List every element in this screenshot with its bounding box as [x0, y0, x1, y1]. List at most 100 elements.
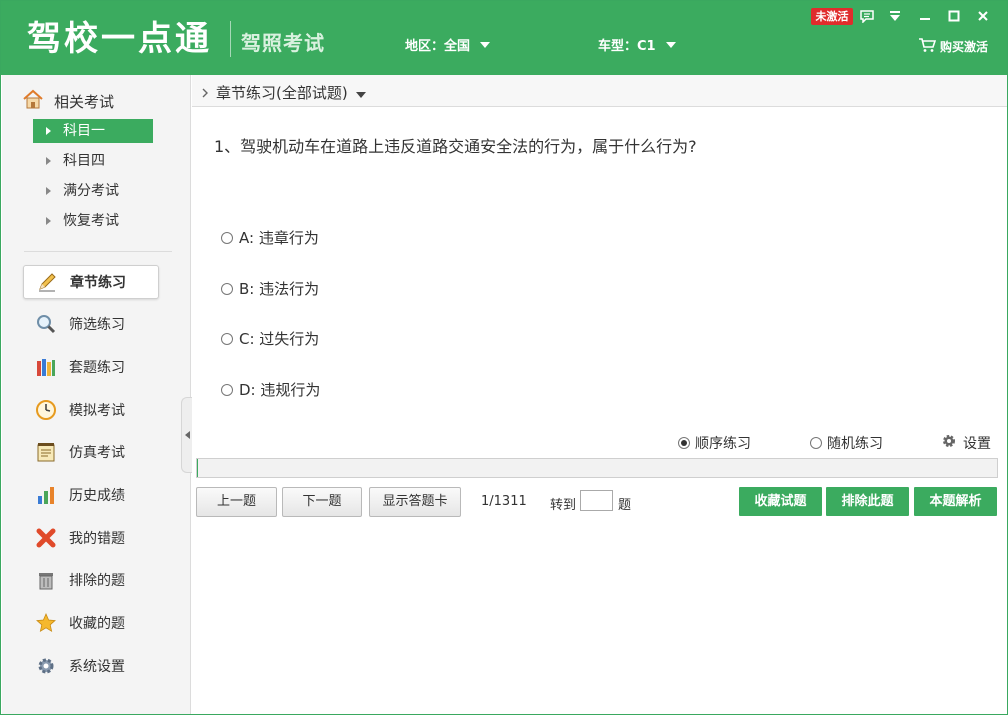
gear-icon: [35, 655, 57, 677]
menu-history-scores[interactable]: 历史成绩: [23, 478, 159, 512]
goto-suffix: 题: [618, 498, 632, 513]
answer-option-b[interactable]: B: 违法行为: [221, 278, 319, 299]
exclude-question-button[interactable]: 排除此题: [826, 487, 909, 516]
goto-label: 转到: [550, 498, 577, 513]
sidebar-collapse-handle[interactable]: [181, 397, 192, 473]
clock-icon: [35, 399, 57, 421]
sidebar-item-subject-four[interactable]: 科目四: [33, 149, 153, 173]
magnifier-icon: [35, 313, 57, 335]
menu-mock-exam[interactable]: 模拟考试: [23, 393, 159, 427]
books-icon: [35, 356, 57, 378]
trash-icon: [35, 569, 57, 591]
gear-icon: [941, 433, 957, 453]
radio-button[interactable]: [221, 282, 233, 295]
sidebar-item-subject-one[interactable]: 科目一: [33, 119, 153, 143]
breadcrumb-bar: 章节练习(全部试题): [192, 75, 1007, 107]
chevron-down-icon: [665, 41, 676, 48]
progress-bar: [196, 458, 998, 478]
minimize-icon[interactable]: [915, 7, 935, 25]
menu-label: 排除的题: [69, 573, 125, 589]
menu-label: 仿真考试: [69, 445, 125, 461]
close-icon[interactable]: [973, 7, 993, 25]
red-x-icon: [35, 527, 57, 549]
option-label: C: 过失行为: [239, 330, 320, 348]
sidebar-item-label: 满分考试: [63, 183, 119, 199]
sidebar: 相关考试 科目一 科目四 满分考试 恢复考试 章节练习 筛选练习 套题练习 模拟…: [2, 75, 192, 714]
option-label: D: 违规行为: [239, 381, 321, 399]
answer-option-c[interactable]: C: 过失行为: [221, 328, 319, 349]
star-icon: [35, 612, 57, 634]
chevron-right-icon: [46, 127, 51, 135]
mode-label: 随机练习: [827, 436, 883, 452]
region-label: 地区：全国: [405, 39, 471, 54]
related-exams-label: 相关考试: [54, 92, 115, 111]
menu-label: 系统设置: [69, 659, 125, 675]
menu-excluded-questions[interactable]: 排除的题: [23, 563, 159, 597]
menu-my-mistakes[interactable]: 我的错题: [23, 521, 159, 555]
menu-label: 模拟考试: [69, 403, 125, 419]
menu-set-practice[interactable]: 套题练习: [23, 350, 159, 384]
chevron-left-icon: [184, 427, 190, 443]
sidebar-divider: [24, 251, 172, 252]
progress-fill: [197, 459, 198, 477]
logo-divider: [230, 21, 231, 57]
previous-question-button[interactable]: 上一题: [196, 487, 277, 517]
option-label: A: 违章行为: [239, 229, 319, 247]
region-selector[interactable]: 地区：全国: [405, 35, 491, 54]
menu-system-settings[interactable]: 系统设置: [23, 649, 159, 683]
settings-button[interactable]: 设置: [941, 433, 991, 453]
breadcrumb-label: 章节练习(全部试题): [216, 84, 348, 102]
car-type-selector[interactable]: 车型：C1: [598, 35, 676, 54]
question-analysis-button[interactable]: 本题解析: [914, 487, 997, 516]
radio-button[interactable]: [221, 332, 233, 345]
chevron-right-icon: [46, 157, 51, 165]
menu-label: 套题练习: [69, 360, 125, 376]
sidebar-item-full-score-exam[interactable]: 满分考试: [33, 179, 153, 203]
menu-label: 历史成绩: [69, 488, 125, 504]
app-subtitle: 驾照考试: [241, 31, 325, 55]
answer-option-a[interactable]: A: 违章行为: [221, 227, 319, 248]
radio-button[interactable]: [221, 383, 233, 396]
mode-label: 顺序练习: [695, 436, 751, 452]
bar-chart-icon: [35, 484, 57, 506]
option-label: B: 违法行为: [239, 280, 320, 298]
breadcrumb[interactable]: 章节练习(全部试题): [202, 82, 366, 103]
page-counter: 1/1311: [481, 494, 527, 509]
notepad-icon: [35, 441, 57, 463]
menu-simulation-exam[interactable]: 仿真考试: [23, 435, 159, 469]
sidebar-item-restore-exam[interactable]: 恢复考试: [33, 209, 153, 233]
header-bar: 驾校一点通 驾照考试 地区：全国 车型：C1 未激活 购买激活: [1, 1, 1007, 75]
chevron-right-icon: [202, 84, 208, 102]
activation-status-badge[interactable]: 未激活: [811, 8, 853, 25]
app-logo: 驾校一点通: [27, 19, 212, 59]
radio-button[interactable]: [810, 437, 822, 449]
next-question-button[interactable]: 下一题: [282, 487, 362, 517]
menu-label: 我的错题: [69, 531, 125, 547]
sidebar-item-label: 恢复考试: [63, 213, 119, 229]
message-icon[interactable]: [857, 7, 877, 25]
menu-label: 收藏的题: [69, 616, 125, 632]
random-mode-option[interactable]: 随机练习: [810, 433, 883, 453]
menu-chapter-practice[interactable]: 章节练习: [23, 265, 159, 299]
menu-dropdown-icon[interactable]: [885, 7, 905, 25]
menu-label: 筛选练习: [69, 317, 125, 333]
buy-activation-button[interactable]: 购买激活: [918, 37, 988, 56]
sequential-mode-option[interactable]: 顺序练习: [678, 433, 751, 453]
car-type-label: 车型：C1: [598, 39, 656, 54]
answer-option-d[interactable]: D: 违规行为: [221, 379, 320, 400]
chevron-down-icon: [480, 41, 491, 48]
chevron-down-icon: [355, 84, 366, 102]
radio-button[interactable]: [678, 437, 690, 449]
settings-label: 设置: [963, 436, 991, 452]
menu-favorite-questions[interactable]: 收藏的题: [23, 606, 159, 640]
radio-button[interactable]: [221, 231, 233, 244]
maximize-icon[interactable]: [944, 7, 964, 25]
favorite-question-button[interactable]: 收藏试题: [739, 487, 822, 516]
related-exams-title: 相关考试: [22, 89, 114, 113]
sidebar-item-label: 科目四: [63, 153, 105, 169]
menu-filter-practice[interactable]: 筛选练习: [23, 307, 159, 341]
question-text: 1、驾驶机动车在道路上违反道路交通安全法的行为，属于什么行为?: [214, 137, 697, 156]
home-icon: [22, 89, 44, 113]
show-answer-card-button[interactable]: 显示答题卡: [369, 487, 461, 517]
goto-question-input[interactable]: [580, 490, 613, 511]
